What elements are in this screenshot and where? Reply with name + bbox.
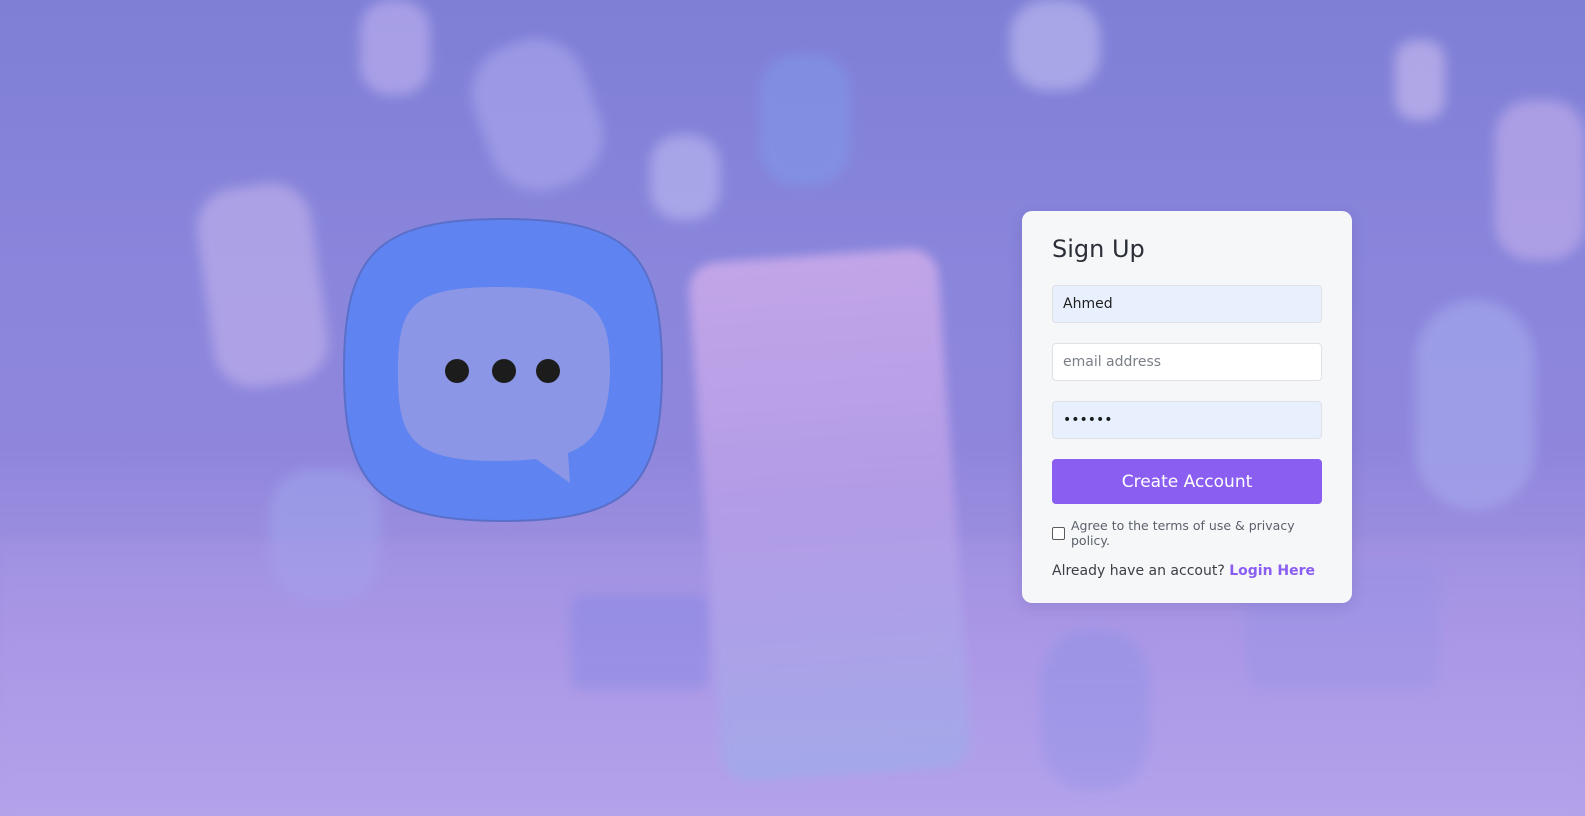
signup-title: Sign Up bbox=[1052, 235, 1145, 263]
login-prompt: Already have an accout? bbox=[1052, 563, 1225, 579]
chat-bubble-icon bbox=[342, 217, 664, 523]
terms-row: Agree to the terms of use & privacy poli… bbox=[1052, 518, 1322, 548]
terms-label: Agree to the terms of use & privacy poli… bbox=[1071, 518, 1295, 548]
typing-dot bbox=[445, 359, 469, 383]
email-input[interactable] bbox=[1052, 343, 1322, 381]
background-shape bbox=[1495, 100, 1585, 260]
create-account-button[interactable]: Create Account bbox=[1052, 459, 1322, 504]
password-input[interactable] bbox=[1052, 401, 1322, 439]
background-shape bbox=[457, 24, 618, 206]
signup-card: Sign Up Create Account Agree to the term… bbox=[1022, 211, 1352, 603]
background-shape bbox=[1395, 40, 1445, 120]
typing-dot bbox=[492, 359, 516, 383]
background-shape bbox=[650, 135, 720, 220]
background-shape bbox=[760, 55, 850, 185]
login-prompt-row: Already have an accout? Login Here bbox=[1052, 563, 1322, 579]
typing-dot bbox=[536, 359, 560, 383]
background-shape bbox=[1010, 0, 1100, 90]
name-input[interactable] bbox=[1052, 285, 1322, 323]
background-phone bbox=[687, 246, 973, 784]
background-shape bbox=[191, 177, 334, 393]
background-shape bbox=[360, 0, 430, 95]
signup-page: Sign Up Create Account Agree to the term… bbox=[0, 0, 1585, 816]
terms-checkbox[interactable] bbox=[1052, 526, 1065, 540]
background-shape bbox=[1415, 300, 1535, 510]
login-link[interactable]: Login Here bbox=[1229, 563, 1315, 579]
